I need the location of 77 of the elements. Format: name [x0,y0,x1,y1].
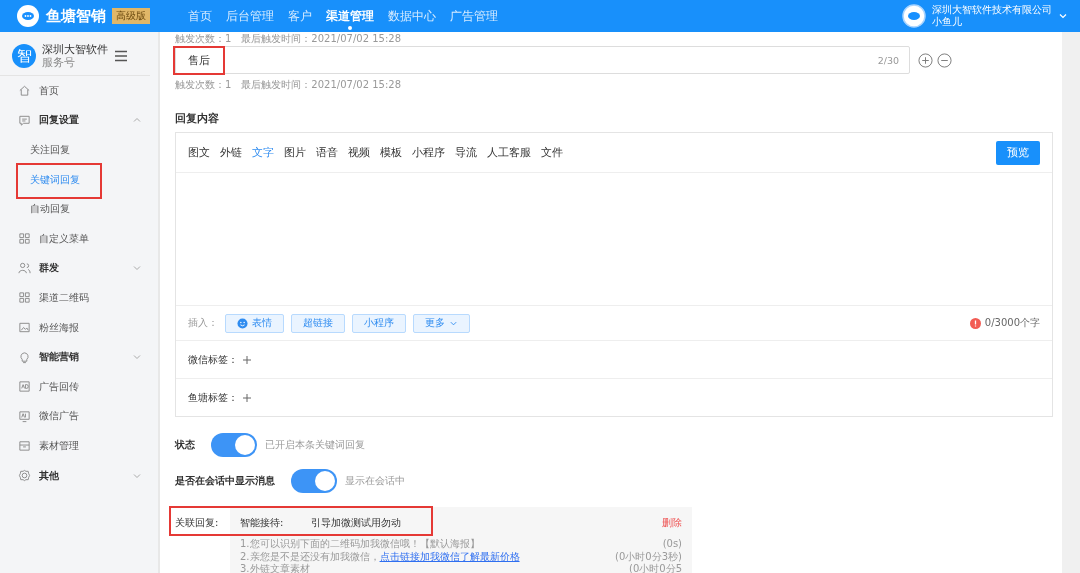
submenu-item[interactable]: 关注回复 [10,138,76,162]
sidebar-item[interactable]: 素材管理 [0,431,158,461]
setting-label: 是否在会话中显示消息 [175,474,275,488]
grid-icon [18,232,31,246]
chat-icon [18,113,31,127]
content-type-tab[interactable]: 小程序 [412,145,445,160]
edition-badge: 高级版 [112,8,150,24]
people-icon [18,261,31,275]
menu-icon[interactable] [114,50,128,62]
toggle-hint: 已开启本条关键词回复 [265,438,365,452]
account-type: 服务号 [42,56,76,69]
remove-icon[interactable] [937,52,952,68]
message-delay: (0小时0分5 [629,563,682,573]
tag-label: 微信标签： [188,352,238,367]
box-icon [18,439,31,453]
message-link[interactable]: 点击链接加我微信了解最新价格 [379,550,520,562]
content-type-tab[interactable]: 视频 [348,145,370,160]
reply-message: 3.外链文章素材 [240,563,310,573]
add-icon[interactable] [242,354,252,365]
sidebar-item[interactable]: 首页 [0,76,158,106]
trigger-info: 触发次数：1 最后触发时间：2021/07/02 15:28 [175,33,402,45]
add-icon[interactable] [918,52,933,68]
user-name: 小鱼儿 [932,16,963,28]
account-avatar: 智 [12,44,36,68]
ad-icon [18,380,31,394]
content-type-tab[interactable]: 模板 [380,145,402,160]
chevron-down-icon[interactable] [1058,11,1068,21]
sidebar-item[interactable]: 其他 [0,460,158,491]
toggle-hint: 显示在会话中 [345,474,405,488]
sidebar-item[interactable]: 回复设置 [0,105,158,136]
reply-message: 2.亲您是不是还没有加我微信，点击链接加我微信了解最新价格 [240,550,520,563]
section-title: 回复内容 [175,112,220,126]
reply-type: 智能接待: [240,516,284,530]
add-icon[interactable] [242,392,252,403]
fish-logo-icon [16,4,40,28]
toggle-switch[interactable] [211,433,257,457]
smiley-icon [237,317,248,329]
message-delay: (0s) [662,538,682,551]
message-delay: (0小时0分3秒) [615,550,682,563]
sidebar-item[interactable]: 广告回传 [0,371,158,402]
content-type-tab[interactable]: 图片 [284,145,306,160]
char-count: 0/3000个字 [984,316,1040,330]
insert-label: 插入： [188,316,218,330]
account-name: 深圳大智软件 [42,43,108,56]
sidebar-item[interactable]: 粉丝海报 [0,312,158,343]
image-icon [18,321,31,335]
reply-name: 引导加微测试用勿动 [311,516,403,530]
monitor-icon [18,409,31,423]
content-type-tab[interactable]: 文字 [252,145,274,160]
sidebar-item[interactable]: 微信广告 [0,401,158,432]
home-icon [18,84,31,98]
sidebar-item[interactable]: 渠道二维码 [0,283,158,313]
linked-reply-label: 关联回复: [175,516,220,530]
content-type-tab[interactable]: 图文 [188,145,210,160]
annotation-box [173,46,225,75]
content-type-tab[interactable]: 语音 [316,145,338,160]
logo-text: 鱼塘智销 [46,6,106,26]
content-type-tab[interactable]: 导流 [455,145,477,160]
submenu-item[interactable]: 自动回复 [10,197,76,222]
scrollbar-track[interactable] [1062,32,1080,573]
company-name: 深圳大智软件技术有限公司 [932,4,1052,16]
setting-label: 状态 [175,438,195,452]
reply-message: 1.您可以识别下面的二维码加我微信哦！【默认海报】 [240,538,480,551]
content-type-tab[interactable]: 外链 [220,145,242,160]
trigger-info: 触发次数：1 最后触发时间：2021/07/02 15:28 [175,78,402,92]
keyword-field[interactable]: 售后 2/30 [175,46,910,74]
avatar-icon [902,4,926,28]
gear-icon [18,469,31,482]
toggle-switch[interactable] [291,469,337,493]
warning-icon [969,317,981,329]
sidebar-item[interactable]: 智能营销 [0,342,158,372]
content-type-tab[interactable]: 人工客服 [487,145,531,160]
sidebar-item[interactable]: 自定义菜单 [0,223,158,254]
sidebar-item[interactable]: 群发 [0,253,158,284]
bulb-icon [18,350,31,364]
tag-label: 鱼塘标签： [188,390,238,405]
content-type-tab[interactable]: 文件 [541,145,563,160]
